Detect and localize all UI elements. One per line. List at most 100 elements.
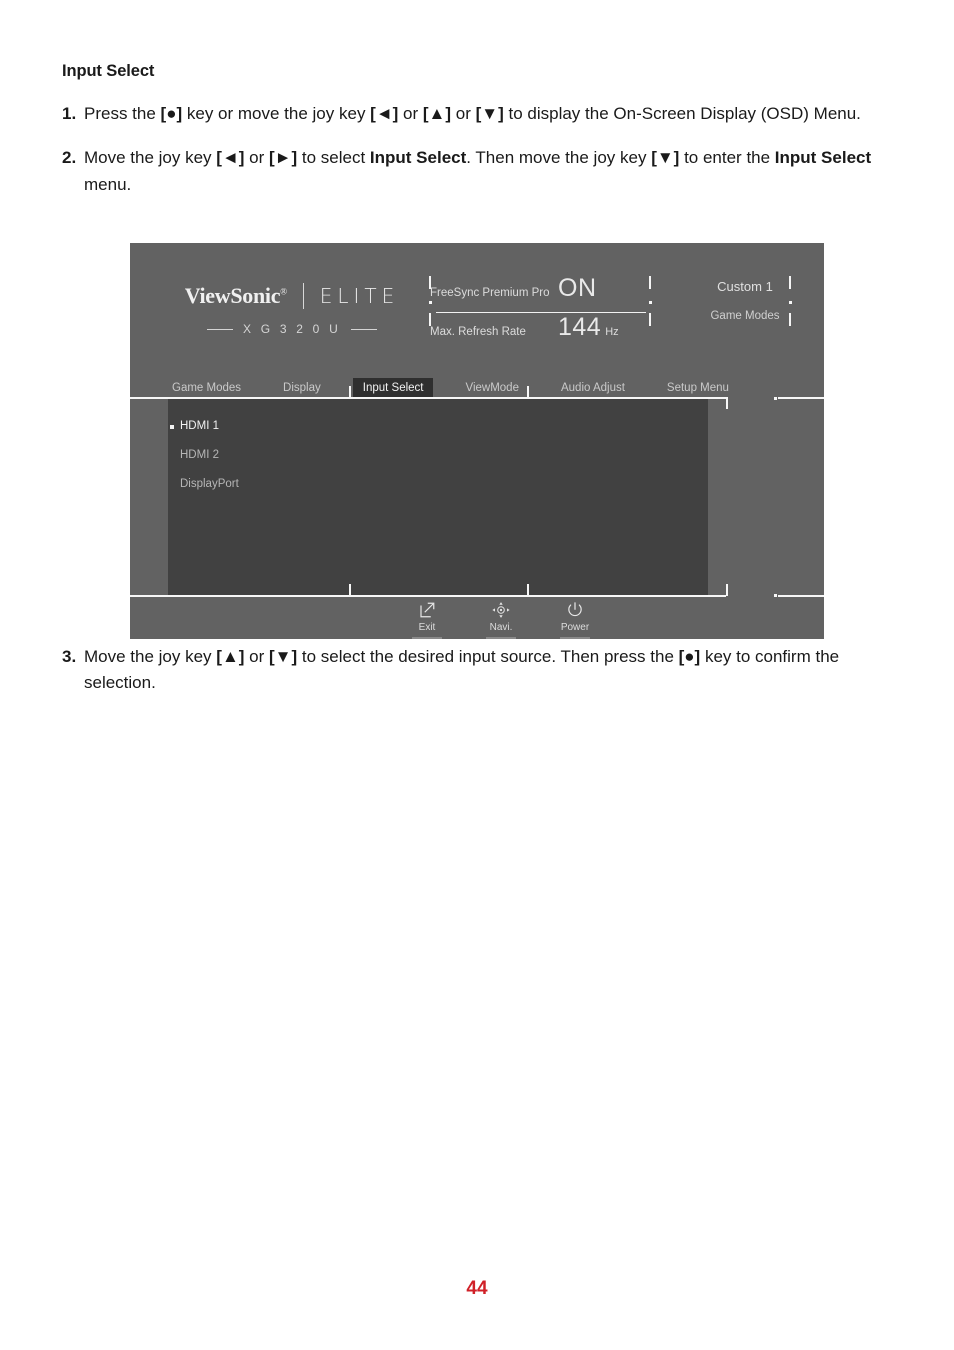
osd-button-power[interactable]: Power <box>549 599 601 639</box>
body-text: menu. <box>84 174 132 194</box>
body-text: to select the desired input source. Then… <box>297 647 679 667</box>
bracket-tick-tl <box>429 276 431 289</box>
body-text: Move the joy key <box>84 148 217 168</box>
input-source-item-displayport[interactable]: DisplayPort <box>170 470 470 499</box>
brand-divider <box>302 283 304 309</box>
input-source-item-hdmi-2[interactable]: HDMI 2 <box>170 441 470 470</box>
osd-bottom-bar: Exit Navi. Power <box>130 597 824 639</box>
instruction-step: 2. Move the joy key [◄] or [►] to select … <box>62 145 892 198</box>
model-dash-left <box>207 328 234 330</box>
bracket-tick-bl <box>429 313 431 326</box>
elite-logo: ELITE <box>319 284 400 308</box>
content-top-tick <box>726 397 728 409</box>
step-number: 2. <box>62 148 77 168</box>
emphasis-text: Input Select <box>369 148 467 168</box>
emphasis-text: [▲] <box>216 647 245 667</box>
osd-tab-game-modes[interactable]: Game Modes <box>162 378 251 398</box>
content-top-rule-right <box>778 397 824 399</box>
panel-left-strip <box>130 399 168 595</box>
preset-name: Custom 1 <box>717 279 773 294</box>
body-text: to enter the <box>679 148 775 168</box>
bracket-tick-tr <box>649 276 651 289</box>
osd-tab-setup-menu[interactable]: Setup Menu <box>657 378 739 398</box>
body-text: Move the joy key <box>84 647 217 667</box>
preset-category: Game Modes <box>710 310 780 322</box>
exit-arrow-icon <box>401 599 453 621</box>
content-top-rule <box>130 397 726 399</box>
osd-button-navi-[interactable]: Navi. <box>475 599 527 639</box>
emphasis-text: [▼] <box>651 148 680 168</box>
step-number: 1. <box>62 104 77 123</box>
refresh-rate-unit: Hz <box>605 326 619 338</box>
freesync-label: FreeSync Premium Pro <box>430 287 550 299</box>
osd-button-exit[interactable]: Exit <box>401 599 453 639</box>
trademark-symbol: ® <box>280 286 287 297</box>
content-bottom-tick-left <box>349 584 351 596</box>
refresh-rate-row: Max. Refresh Rate 144 Hz <box>430 313 672 351</box>
step-text: Move the joy key [▲] or [▼] to select th… <box>84 644 892 697</box>
emphasis-text: [◄] <box>216 148 245 168</box>
content-top-tick-b <box>527 386 529 398</box>
power-icon <box>549 599 601 621</box>
model-name: X G 3 2 0 U <box>243 322 341 336</box>
emphasis-text: [►] <box>269 148 298 168</box>
step-text: Press the [●] key or move the joy key [◄… <box>84 101 892 127</box>
body-text: or <box>244 148 269 168</box>
emphasis-text: [●] <box>160 104 183 123</box>
osd-button-label: Navi. <box>489 622 513 633</box>
osd-button-label: Power <box>560 622 590 633</box>
osd-header: ViewSonic® ELITE X G 3 2 0 U FreeSync Pr… <box>130 243 824 376</box>
step-text: Move the joy key [◄] or [►] to select In… <box>84 145 892 198</box>
body-text: key or move the joy key <box>182 104 371 123</box>
hardware-key-indicator <box>560 637 590 639</box>
osd-button-label: Exit <box>418 622 436 633</box>
body-text: to select <box>297 148 370 168</box>
osd-tab-input-select[interactable]: Input Select <box>352 377 434 398</box>
osd-menu: ViewSonic® ELITE X G 3 2 0 U FreeSync Pr… <box>130 243 824 639</box>
body-text: Press the <box>84 104 161 123</box>
joystick-navigate-icon <box>475 599 527 621</box>
content-bottom-tick <box>726 584 728 596</box>
game-mode-block: Custom 1 Game Modes <box>690 279 800 322</box>
emphasis-text: Input Select <box>774 148 872 168</box>
model-name-row: X G 3 2 0 U <box>162 322 422 336</box>
page-number: 44 <box>466 1278 488 1299</box>
model-dash-right <box>350 328 377 330</box>
osd-tab-audio-adjust[interactable]: Audio Adjust <box>551 378 635 398</box>
body-text: or <box>398 104 423 123</box>
osd-tab-viewmode[interactable]: ViewMode <box>455 378 529 398</box>
content-top-tick-a <box>349 386 351 398</box>
body-text: . Then move the joy key <box>466 148 652 168</box>
input-source-list: HDMI 1 HDMI 2 DisplayPort <box>170 412 470 499</box>
emphasis-text: [▼] <box>475 104 504 123</box>
osd-tab-display[interactable]: Display <box>273 378 331 398</box>
refresh-rate-value: 144 <box>558 313 602 341</box>
hardware-key-indicator <box>412 637 442 639</box>
page-title: Input Select <box>62 62 155 80</box>
osd-content-area: HDMI 1 HDMI 2 DisplayPort <box>130 399 824 595</box>
bracket-tick-br <box>649 313 651 326</box>
refresh-rate-label: Max. Refresh Rate <box>430 326 526 338</box>
freesync-value: ON <box>558 274 597 302</box>
step-number: 3. <box>62 647 77 667</box>
body-text: to display the On-Screen Display (OSD) M… <box>503 104 861 123</box>
status-info-block: FreeSync Premium Pro ON Max. Refresh Rat… <box>430 274 672 351</box>
body-text: or <box>451 104 476 123</box>
emphasis-text: [▼] <box>269 647 298 667</box>
instruction-step: 1. Press the [●] key or move the joy key … <box>62 101 892 127</box>
osd-screenshot-figure: ViewSonic® ELITE X G 3 2 0 U FreeSync Pr… <box>130 243 824 639</box>
emphasis-text: [●] <box>678 647 701 667</box>
brand-block: ViewSonic® ELITE X G 3 2 0 U <box>162 283 422 336</box>
body-text: or <box>244 647 269 667</box>
content-bottom-tick-mid <box>527 584 529 596</box>
instruction-step: 3. Move the joy key [▲] or [▼] to select … <box>62 644 892 697</box>
osd-tab-bar: Game Modes Display Input Select ViewMode Aud… <box>130 376 824 399</box>
freesync-row: FreeSync Premium Pro ON <box>430 274 672 312</box>
hardware-key-indicator <box>486 637 516 639</box>
input-source-item-hdmi-1[interactable]: HDMI 1 <box>170 412 470 441</box>
viewsonic-logo: ViewSonic® <box>185 283 287 309</box>
viewsonic-wordmark: ViewSonic <box>184 283 281 308</box>
bracket-dot-mid <box>649 301 652 304</box>
manual-page: Input Select 1. Press the [●] key or move… <box>0 0 954 1350</box>
content-top-dot <box>774 397 777 400</box>
